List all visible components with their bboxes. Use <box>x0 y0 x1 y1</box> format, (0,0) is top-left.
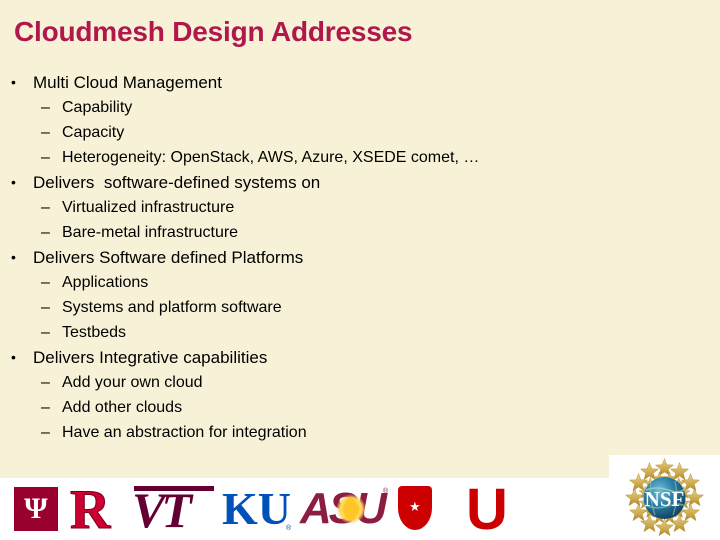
bullet-item: • Delivers Software defined Platforms <box>0 245 700 270</box>
dash-marker-icon: – <box>41 124 50 141</box>
utah-u-letter: U <box>466 477 508 540</box>
dash-marker-icon: – <box>41 224 50 241</box>
nsf-logo-block: NSF <box>609 455 720 540</box>
indiana-university-logo: Ψ <box>14 478 60 540</box>
bullet-item: • Delivers Integrative capabilities <box>0 345 700 370</box>
bullet-marker-icon: • <box>11 174 16 190</box>
sub-bullet-item: – Have an abstraction for integration <box>0 420 700 445</box>
partner-logo-band: Ψ R VT KU ® ASU ® <box>0 478 609 540</box>
bullet-text: Systems and platform software <box>62 299 282 316</box>
sub-bullet-item: – Applications <box>0 270 700 295</box>
sub-bullet-item: – Add your own cloud <box>0 370 700 395</box>
bullet-text: Add your own cloud <box>62 374 203 391</box>
arizona-state-logo: ASU ® <box>300 478 390 540</box>
bullet-marker-icon: • <box>11 349 16 365</box>
vt-letters: VT <box>132 482 192 538</box>
sub-bullet-item: – Capability <box>0 95 700 120</box>
dash-marker-icon: – <box>41 199 50 216</box>
bullet-text: Have an abstraction for integration <box>62 424 307 441</box>
bullet-text: Capability <box>62 99 133 116</box>
bullet-text: Delivers Integrative capabilities <box>33 348 268 367</box>
ku-letters: KU <box>222 483 291 534</box>
asu-pitchfork-icon <box>344 498 357 520</box>
dash-marker-icon: – <box>41 399 50 416</box>
sub-bullet-item: – Virtualized infrastructure <box>0 195 700 220</box>
utah-shield-logo: ★ <box>398 478 460 540</box>
virginia-tech-logo: VT <box>132 478 218 540</box>
bullet-list: • Multi Cloud Management – Capability – Capac… <box>0 70 700 445</box>
bullet-item: • Multi Cloud Management <box>0 70 700 95</box>
utah-u-logo: U <box>466 478 528 540</box>
nsf-wordmark: NSF <box>645 487 685 511</box>
bullet-text: Virtualized infrastructure <box>62 199 235 216</box>
page-title: Cloudmesh Design Addresses <box>14 16 413 47</box>
bullet-marker-icon: • <box>11 249 16 265</box>
utah-star-icon: ★ <box>409 499 421 514</box>
bullet-item: • Delivers software-defined systems on <box>0 170 700 195</box>
sub-bullet-item: – Capacity <box>0 120 700 145</box>
rutgers-r-letter: R <box>69 479 111 540</box>
dash-marker-icon: – <box>41 299 50 316</box>
bullet-text: Delivers Software defined Platforms <box>33 248 304 267</box>
bullet-text: Bare-metal infrastructure <box>62 224 239 241</box>
bullet-text: Capacity <box>62 124 125 141</box>
sub-bullet-item: – Heterogeneity: OpenStack, AWS, Azure, X… <box>0 145 700 170</box>
nsf-logo: NSF <box>613 457 716 539</box>
ku-trademark-icon: ® <box>286 525 292 532</box>
sub-bullet-item: – Systems and platform software <box>0 295 700 320</box>
dash-marker-icon: – <box>41 149 50 166</box>
bullet-text: Delivers software-defined systems on <box>33 173 321 192</box>
dash-marker-icon: – <box>41 424 50 441</box>
dash-marker-icon: – <box>41 274 50 291</box>
sub-bullet-item: – Testbeds <box>0 320 700 345</box>
bullet-text: Heterogeneity: OpenStack, AWS, Azure, XS… <box>62 149 480 166</box>
bullet-text: Add other clouds <box>62 399 183 416</box>
asu-trademark-icon: ® <box>383 488 389 495</box>
sub-bullet-item: – Add other clouds <box>0 395 700 420</box>
dash-marker-icon: – <box>41 324 50 341</box>
sub-bullet-item: – Bare-metal infrastructure <box>0 220 700 245</box>
nsf-logo-svg: NSF <box>624 457 705 537</box>
kansas-logo: KU ® <box>222 478 294 540</box>
bullet-text: Applications <box>62 274 149 291</box>
slide-canvas: Cloudmesh Design Addresses • Multi Cloud … <box>0 0 720 540</box>
dash-marker-icon: – <box>41 99 50 116</box>
iu-trident-icon: Ψ <box>24 492 48 525</box>
bullet-text: Multi Cloud Management <box>33 73 222 92</box>
bullet-marker-icon: • <box>11 74 16 90</box>
rutgers-logo: R <box>69 478 130 540</box>
dash-marker-icon: – <box>41 374 50 391</box>
bullet-text: Testbeds <box>62 324 127 341</box>
